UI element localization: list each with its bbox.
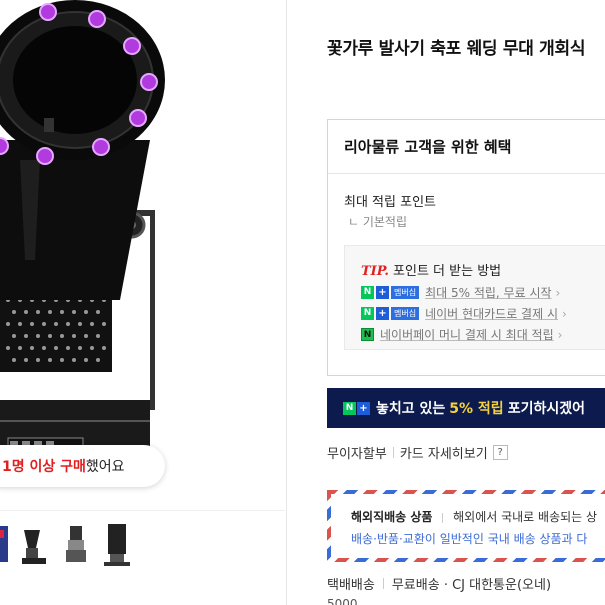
benefit-box: 리아물류 고객을 위한 혜택 최대 적립 포인트 ㄴ 기본적립 TIP. 포인트… — [327, 119, 605, 376]
notice-divider — [442, 512, 444, 523]
delivery-method: 택배배송 — [327, 578, 375, 593]
image-divider — [0, 510, 285, 511]
banner-percent: 5% 적립 — [449, 401, 504, 417]
tip-heading-text: 포인트 더 받는 방법 — [393, 264, 502, 279]
tip-row-text: 네이버 현대카드로 결제 시 — [425, 307, 558, 321]
overseas-shipping-line: 해외직배송 상품 해외에서 국내로 배송되는 상 — [351, 508, 597, 525]
product-info: 꽃가루 발사기 축포 웨딩 무대 개회식 리아물류 고객을 위한 혜택 최대 적… — [287, 0, 605, 605]
membership-badge: 멤버십 — [391, 286, 420, 299]
thumbnail-4[interactable] — [98, 520, 138, 568]
overseas-shipping-label: 해외직배송 상품 — [351, 510, 433, 524]
chevron-right-icon: › — [555, 285, 561, 300]
purchase-count-highlight: 1명 이상 구매 — [2, 459, 86, 475]
plus-icon: + — [376, 286, 389, 299]
naver-n-icon: N — [361, 307, 374, 320]
purchase-count-suffix: 했어요 — [85, 459, 125, 475]
overseas-shipping-desc: 해외에서 국내로 배송되는 상 — [453, 510, 598, 524]
card-detail-link[interactable]: 카드 자세히보기 — [400, 443, 488, 462]
delivery-divider — [382, 578, 384, 589]
naver-n-icon: N — [343, 401, 356, 415]
purchase-count-badge: 1명 이상 구매 했어요 — [0, 445, 165, 487]
tip-row-text: 최대 5% 적립, 무료 시작 — [425, 286, 552, 300]
installment-link[interactable]: 무이자할부 — [327, 443, 387, 462]
benefit-separator — [328, 173, 605, 174]
payment-links: 무이자할부 카드 자세히보기 ? — [327, 443, 508, 462]
thumbnail-2[interactable] — [14, 520, 54, 568]
link-divider — [392, 447, 394, 458]
overseas-shipping-notice: 해외직배송 상품 해외에서 국내로 배송되는 상 배송·반품·교환이 일반적인 … — [327, 490, 605, 562]
overseas-shipping-inner: 해외직배송 상품 해외에서 국내로 배송되는 상 배송·반품·교환이 일반적인 … — [331, 494, 605, 558]
help-icon[interactable]: ? — [492, 445, 508, 460]
shipping-fee: 5000 — [327, 597, 358, 605]
benefit-title: 리아물류 고객을 위한 혜택 — [344, 138, 512, 156]
max-point-label: 최대 적립 포인트 — [344, 195, 436, 210]
delivery-info: 택배배송 무료배송 · CJ 대한통운(오네) — [327, 574, 551, 593]
banner-suffix: 포기하시겠어 — [507, 401, 585, 417]
naver-plus-banner[interactable]: N + 놓치고 있는 5% 적립 포기하시겠어 — [327, 388, 605, 428]
naver-pay-icon: N — [361, 328, 374, 341]
product-image-pane: 1명 이상 구매 했어요 — [0, 0, 285, 605]
product-photo[interactable] — [0, 0, 285, 510]
tip-row-text: 네이버페이 머니 결제 시 최대 적립 — [380, 328, 554, 342]
tip-heading: TIP. 포인트 더 받는 방법 — [361, 260, 501, 279]
plus-icon: + — [376, 307, 389, 320]
naver-n-icon: N — [361, 286, 374, 299]
delivery-type: 무료배송 · CJ 대한통운(오네) — [391, 578, 552, 593]
chevron-right-icon: › — [557, 327, 563, 342]
chevron-right-icon: › — [561, 306, 567, 321]
tip-row-hyundai-card[interactable]: N + 멤버십 네이버 현대카드로 결제 시 › — [361, 305, 567, 322]
tip-box: TIP. 포인트 더 받는 방법 N + 멤버십 최대 5% 적립, 무료 시작… — [344, 245, 605, 350]
banner-prefix: 놓치고 있는 — [376, 401, 446, 417]
product-title: 꽃가루 발사기 축포 웨딩 무대 개회식 — [327, 39, 586, 59]
tip-row-membership[interactable]: N + 멤버십 최대 5% 적립, 무료 시작 › — [361, 284, 560, 301]
tip-tag: TIP. — [361, 264, 389, 279]
thumbnail-strip — [0, 520, 285, 572]
tip-row-npay-money[interactable]: N 네이버페이 머니 결제 시 최대 적립 › — [361, 326, 562, 343]
overseas-shipping-warning: 배송·반품·교환이 일반적인 국내 배송 상품과 다 — [351, 532, 588, 546]
plus-icon: + — [357, 401, 370, 415]
membership-badge: 멤버십 — [391, 307, 420, 320]
basic-point-label: ㄴ 기본적립 — [348, 215, 408, 229]
thumbnail-3[interactable] — [56, 520, 96, 568]
